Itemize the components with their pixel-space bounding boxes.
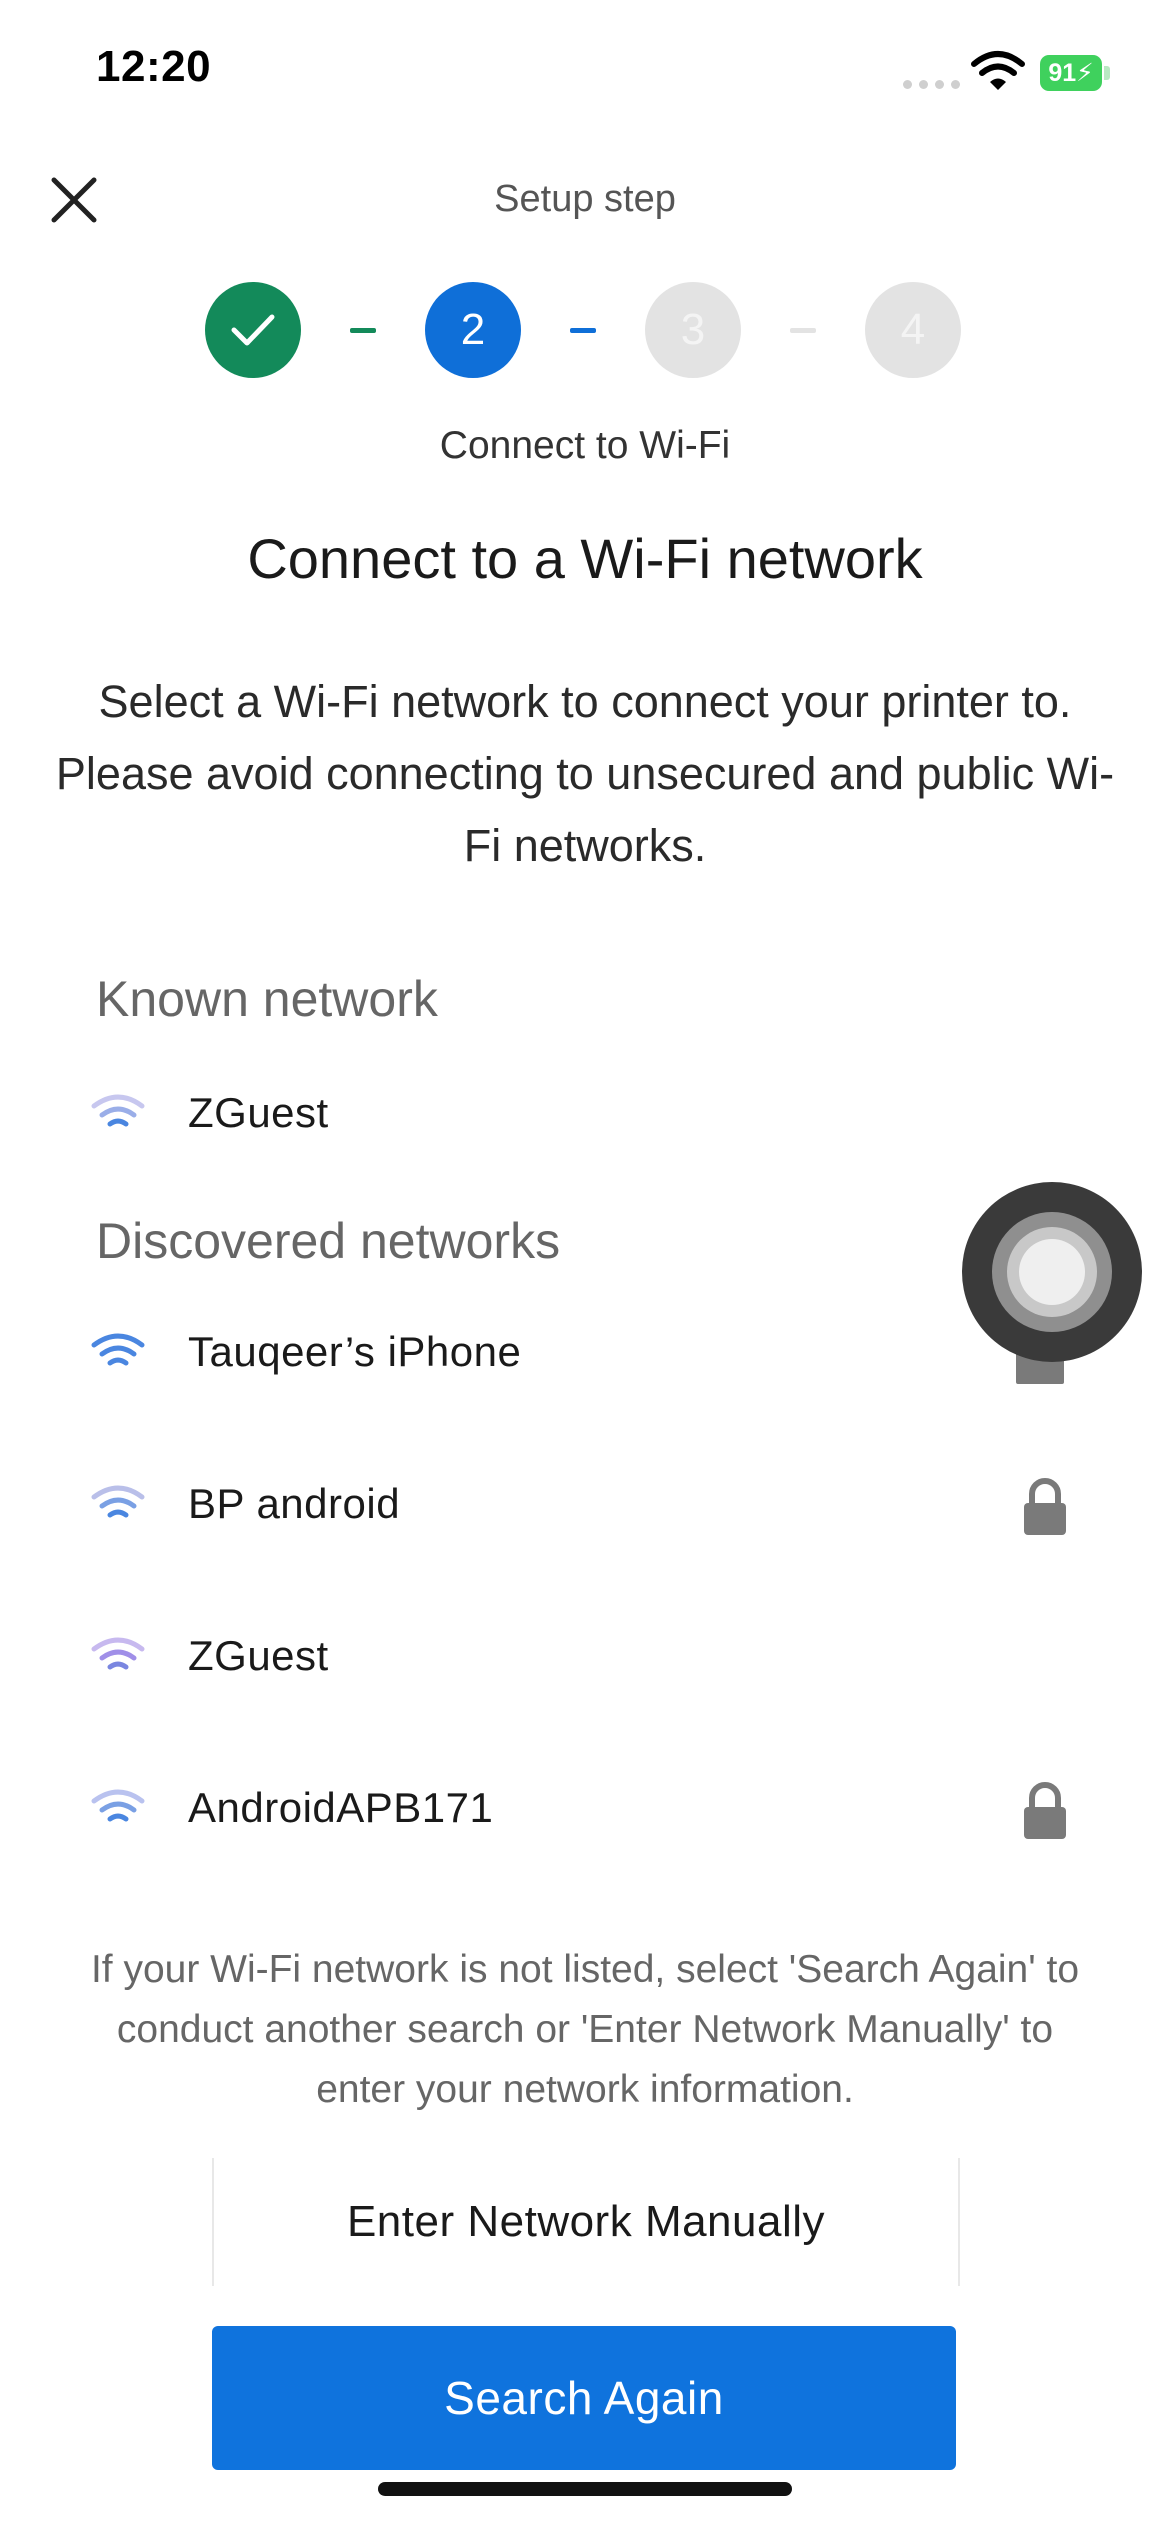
check-icon bbox=[231, 314, 275, 346]
network-name: ZGuest bbox=[188, 1632, 329, 1679]
network-name: AndroidAPB171 bbox=[188, 1784, 494, 1831]
wifi-icon bbox=[91, 1789, 145, 1822]
step-caption: Connect to Wi-Fi bbox=[439, 424, 731, 467]
step-2-current: 2 bbox=[425, 282, 521, 378]
step-connector bbox=[350, 328, 376, 333]
network-row-zguest-known[interactable]: ZGuest bbox=[90, 1058, 1080, 1168]
step-3: 3 bbox=[645, 282, 741, 378]
wifi-icon bbox=[91, 1094, 145, 1127]
battery-tip bbox=[1104, 66, 1110, 80]
wifi-icon bbox=[91, 1333, 145, 1366]
battery-icon: 91 ⚡ bbox=[1040, 55, 1102, 91]
home-indicator bbox=[378, 2482, 792, 2496]
setup-step-title: Setup step bbox=[494, 178, 676, 220]
step-1-complete bbox=[205, 282, 301, 378]
battery-level: 91 bbox=[1048, 58, 1077, 87]
lock-icon bbox=[1024, 1782, 1066, 1839]
step-connector bbox=[790, 328, 816, 333]
network-row-androidapb171[interactable]: AndroidAPB171 bbox=[90, 1753, 1080, 1863]
discovered-networks-heading: Discovered networks bbox=[96, 1213, 561, 1269]
enter-network-manually-button[interactable]: Enter Network Manually bbox=[212, 2158, 960, 2286]
network-row-tauqeers-iphone[interactable]: Tauqeer’s iPhone bbox=[90, 1297, 1080, 1407]
page-title: Connect to a Wi-Fi network bbox=[247, 527, 923, 590]
assistive-touch-button[interactable] bbox=[962, 1182, 1142, 1362]
help-text: If your Wi-Fi network is not listed, sel… bbox=[90, 1948, 1080, 2111]
step-connector bbox=[570, 328, 596, 333]
wifi-icon bbox=[91, 1637, 145, 1670]
cellular-signal-icon bbox=[903, 80, 960, 89]
network-name: BP android bbox=[188, 1480, 401, 1527]
intro-text: Select a Wi-Fi network to connect your p… bbox=[55, 676, 1115, 871]
network-row-bp-android[interactable]: BP android bbox=[90, 1449, 1080, 1559]
network-row-zguest[interactable]: ZGuest bbox=[90, 1601, 1080, 1711]
search-again-button[interactable]: Search Again bbox=[212, 2326, 956, 2470]
network-name: Tauqeer’s iPhone bbox=[188, 1328, 522, 1375]
lock-icon bbox=[1024, 1478, 1066, 1535]
status-time: 12:20 bbox=[96, 42, 212, 91]
wifi-status-icon bbox=[971, 51, 1025, 90]
network-name: ZGuest bbox=[188, 1089, 329, 1136]
step-4: 4 bbox=[865, 282, 961, 378]
wifi-icon bbox=[91, 1485, 145, 1518]
known-network-heading: Known network bbox=[96, 971, 438, 1027]
